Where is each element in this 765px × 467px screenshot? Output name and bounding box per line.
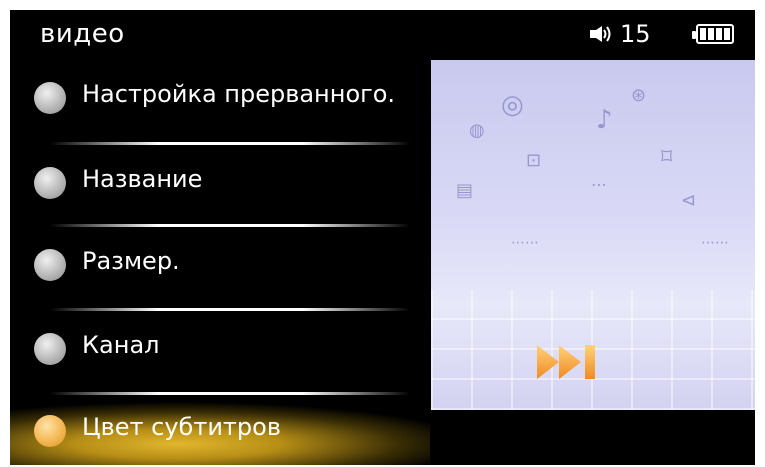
music-note-icon: ♪ [596, 105, 613, 135]
menu-item-label: Название [82, 165, 203, 193]
fast-forward-icon[interactable] [537, 345, 601, 379]
menu-item-subtitle-color[interactable]: Цвет субтитров [10, 395, 430, 465]
status-bar: видео 15 [10, 10, 755, 60]
battery-icon [692, 24, 734, 44]
menu-item-label: Размер. [82, 247, 180, 275]
decor-icon: ⊛ [631, 85, 647, 106]
bullet-icon [34, 333, 66, 365]
decor-icon: ⊡ [526, 150, 542, 171]
decor-icon: ⋯ [591, 175, 607, 194]
menu-item-label: Цвет субтитров [82, 413, 281, 441]
volume-indicator[interactable]: 15 [588, 20, 651, 48]
device-screen: видео 15 Настройка прерванного. Название [10, 10, 755, 465]
volume-level: 15 [620, 20, 651, 48]
menu-item-title[interactable]: Название [10, 145, 430, 225]
decor-icon: ◎ [501, 90, 524, 120]
bullet-icon [34, 249, 66, 281]
video-preview[interactable]: ◎ ♪ ⊛ ◍ ⌑ ⊡ ▤ ⊲ ⋯ ⋯⋯ ⋯⋯ [431, 60, 755, 410]
decor-icon: ⊲ [681, 190, 697, 211]
menu-item-label: Канал [82, 331, 160, 359]
menu-item-resume-setting[interactable]: Настройка прерванного. [10, 60, 430, 140]
speaker-icon [590, 26, 611, 42]
decor-icon: ▤ [456, 180, 474, 201]
bullet-icon [34, 415, 66, 447]
settings-menu: Настройка прерванного. Название Размер. … [10, 60, 430, 465]
decor-icon: ⋯⋯ [701, 235, 729, 251]
menu-item-channel[interactable]: Канал [10, 311, 430, 391]
decor-icon: ⋯⋯ [511, 235, 539, 251]
page-title: видео [40, 19, 125, 49]
decor-icon: ◍ [469, 120, 485, 141]
menu-item-label: Настройка прерванного. [82, 80, 396, 108]
menu-item-size[interactable]: Размер. [10, 227, 430, 307]
bullet-icon [34, 82, 66, 114]
bullet-icon [34, 167, 66, 199]
decor-icon: ⌑ [661, 145, 673, 170]
